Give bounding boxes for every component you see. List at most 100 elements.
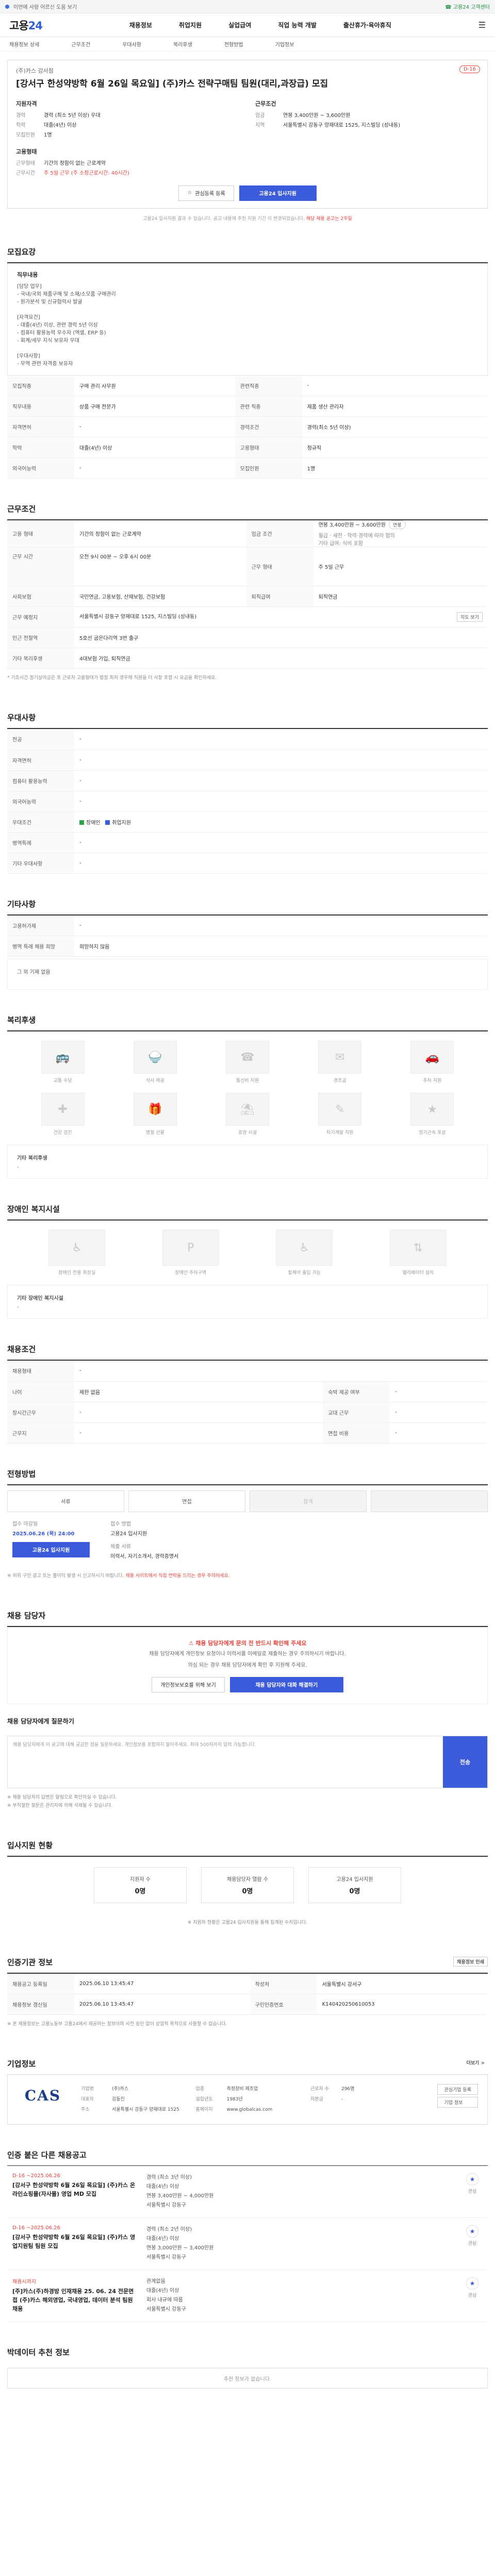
topbar: 이번에 사람 어르신 도움 보기 ☎ 고용24 고객센터 <box>0 0 495 13</box>
tab-item[interactable]: 기업정보 <box>275 40 294 48</box>
apply-button[interactable]: 고용24 입사지원 <box>239 185 317 201</box>
section-title: 기타사항 <box>7 899 36 909</box>
description-line <box>17 306 478 314</box>
process-apply-button[interactable]: 고용24 입사지원 <box>12 1541 90 1557</box>
gnb-item[interactable]: 채용정보 <box>129 21 152 29</box>
recruit-table: 모집직종 구매 관리 사무원 관련직종 - 직무내용 상품 구매 전문가 관련 직종 제품 … <box>7 375 488 479</box>
description-line: [우대사항] <box>17 353 40 359</box>
meal-icon: 🍚 <box>133 1041 177 1074</box>
bus-icon: 🚌 <box>41 1041 85 1074</box>
kv-key: 지역 <box>255 122 265 128</box>
site-logo[interactable]: 고용24 <box>9 18 43 33</box>
disability-grid: ♿ 장애인 전용 화장실 P 장애인 주차구역 ♿ 휠체어 출입 가능 ⇅ 엘리베이터 … <box>7 1221 488 1285</box>
kv-value: 대졸(4년) 이상 <box>44 122 77 128</box>
related-section: 인증 붙은 다른 채용공고 D-16 ~2025.06.26 [강서구 한성약방학… <box>7 2149 488 2322</box>
map-button[interactable]: 지도 보기 <box>457 612 483 622</box>
description-line <box>17 345 478 352</box>
kv-value: 경력 (최소 5년 이상) 우대 <box>44 112 101 118</box>
star-icon: ☆ <box>187 190 192 196</box>
section-title: 입사지원 현황 <box>7 1840 53 1850</box>
menu-icon[interactable]: ☰ <box>478 20 486 30</box>
description-line: [담당 업무] <box>17 283 42 290</box>
parking-icon: P <box>162 1230 219 1266</box>
kv-key: 경력 <box>16 112 26 118</box>
contact-chat-button[interactable]: 채용 담당자와 대화 해결하기 <box>229 1676 343 1692</box>
bookmark-icon[interactable]: ★ <box>466 2277 478 2290</box>
kv-key: 학력 <box>16 122 26 128</box>
apply-note: 고용24 입사지원 결과 수 있습니다. 공고 내용에 추천 지원 기간 이 변… <box>143 216 352 222</box>
preference-section: 우대사항 전공 - 자격면허 - 컴퓨터 활용능력 - 외국어능력 - 우대조건 장애인 … <box>7 712 488 874</box>
gnb-item[interactable]: 직업 능력 개발 <box>278 21 317 29</box>
company-name[interactable]: (주)카스 강서점 <box>16 66 479 75</box>
kv-key: 근무시간 <box>16 170 35 176</box>
phone-icon: ☎ <box>225 1041 269 1074</box>
help-link[interactable]: ☎ 고용24 고객센터 <box>445 3 490 10</box>
bookmark-icon[interactable]: ★ <box>466 2225 478 2238</box>
elevator-icon: ⇅ <box>389 1230 447 1266</box>
follow-company-button[interactable]: 관심기업 등록 <box>437 2084 478 2095</box>
scrap-button[interactable]: ☆ 관심등록 등록 <box>178 185 234 201</box>
kv-key: 근무형태 <box>16 160 35 166</box>
related-job[interactable]: 채용시까지 [주]카스(주)하경방 인재채용 25. 06. 24 전문면접 (주… <box>7 2270 488 2322</box>
tab-item[interactable]: 우대사항 <box>122 40 141 48</box>
pay-type-pill: 연봉 <box>388 520 406 529</box>
bigdata-section: 박데이터 추천 정보 추천 정보가 없습니다. <box>7 2347 488 2388</box>
empty-recommendation: 추천 정보가 없습니다. <box>7 2368 488 2388</box>
warning-icon: ⚠ <box>188 1639 194 1647</box>
description-line: - 컴퓨터 활용능력 우수자 (엑셀, ERP 등) <box>17 330 106 336</box>
company-card: CAS 기업명 (주)카스 업종 측정장비 제조업 근로자 수 296명 대표자 김동진 설립… <box>7 2074 488 2125</box>
disability-other: 기타 장애인 복지시설 - <box>7 1285 488 1319</box>
kv-value: 기간의 정함이 없는 근로계약 <box>44 160 106 166</box>
inquiry-textarea[interactable]: 채용 담당자에게 이 공고에 대해 궁금한 점을 질문하세요. 개인정보를 포함… <box>8 1736 443 1788</box>
related-job[interactable]: D-16 ~2025.06.26 [강서구 한성약방학 6월 26일 목요일] (… <box>7 2218 488 2270</box>
tab-item[interactable]: 복리후생 <box>173 40 192 48</box>
related-job[interactable]: D-16 ~2025.06.26 [강서구 한성약방학 6월 26일 목요일] (… <box>7 2166 488 2218</box>
section-title: 채용 담당자 <box>7 1611 46 1620</box>
print-button[interactable]: 채용정보 인쇄 <box>453 1956 488 1967</box>
work-table: 고용 형태 기간의 정함이 없는 근로계약 임금 조건 연봉 3,400만원 ~ 3,… <box>7 520 488 669</box>
tab-item[interactable]: 전형방법 <box>224 40 243 48</box>
tab-item[interactable]: 근무조건 <box>71 40 90 48</box>
topbar-notice[interactable]: 이번에 사람 어르신 도움 보기 <box>13 3 77 10</box>
book-icon: ✎ <box>318 1093 362 1126</box>
description-line: [자격요건] <box>17 314 40 320</box>
kv-value: 서울특별시 강동구 양재대로 1525, 지스빌딩 (성내동) <box>283 122 401 128</box>
kv-value: 연봉 3,400만원 ~ 3,600만원 <box>283 112 351 118</box>
kv-value: 주 5일 근무 (주 소정근로시간: 40시간) <box>44 170 129 176</box>
etc-extra: 그 외 기재 없음 <box>7 959 488 990</box>
bookmark-icon[interactable]: ★ <box>466 2173 478 2185</box>
contact-warning-box: ⚠ 채용 담당자에게 문의 전 반드시 확인해 주세요 채용 담당자에게 개인정… <box>7 1626 488 1704</box>
restroom-icon: ♿ <box>48 1230 106 1266</box>
gnb-item[interactable]: 취업지원 <box>179 21 202 29</box>
inquiry-section: 채용 담당자에게 질문하기 채용 담당자에게 이 공고에 대해 궁금한 점을 질… <box>7 1717 488 1815</box>
kv-key: 임금 <box>255 112 265 118</box>
process-note: ※ 허위 구인 광고 또는 불이익 발생 시 신고하시기 바랍니다. 채용 사이… <box>7 1573 230 1579</box>
section-tabs: 채용정보 상세 근무조건 우대사항 복리후생 전형방법 기업정보 <box>0 37 495 52</box>
stats-section: 입사지원 현황 지원자 수 0명 채용담당자 열람 수 0명 고용24 입사지원 0명… <box>7 1840 488 1932</box>
description-heading: 직무내용 <box>17 271 38 278</box>
award-icon: ★ <box>410 1093 454 1126</box>
section-title: 채용조건 <box>7 1345 36 1354</box>
info-section: 인증기관 정보 채용정보 인쇄 채용공고 등록일 2025.06.10 13:45:… <box>7 1956 488 2034</box>
notice-icon <box>5 4 9 9</box>
send-button[interactable]: 전송 <box>443 1736 487 1788</box>
description-line: - 대졸(4년) 이상, 관련 경력 5년 이상 <box>17 322 98 328</box>
gnb-item[interactable]: 실업급여 <box>228 21 251 29</box>
welfare-other: 기타 복리후생 - <box>7 1145 488 1179</box>
health-icon: ✚ <box>41 1093 85 1126</box>
job-title: [강서구 한성약방학 6월 26일 목요일] (주)카스 전략구매팀 팀원(대리… <box>16 79 328 89</box>
etc-table: 고용허가제 - 병역 특례 채용 희망 희망하지 않음 <box>7 915 488 957</box>
conditions-heading: 근무조건 <box>255 100 276 107</box>
kv-key: 모집인원 <box>16 132 35 138</box>
tab-item[interactable]: 채용정보 상세 <box>9 40 39 48</box>
stat-box: 채용담당자 열람 수 0명 <box>201 1867 294 1903</box>
check-icon <box>79 820 84 825</box>
more-link[interactable]: 더보기 > <box>463 2058 488 2067</box>
work-footnote: * 기초시간 정기상여금은 포 근로자 고용형태가 법정 최저 경우에 직원을 … <box>7 675 217 681</box>
etc-section: 기타사항 고용허가제 - 병역 특례 채용 희망 희망하지 않음 그 외 기재 없음 <box>7 899 488 990</box>
privacy-button[interactable]: 개인정보보호를 위해 보기 <box>152 1676 225 1692</box>
employment-heading: 고용형태 <box>16 148 37 155</box>
company-info-button[interactable]: 기업 정보 <box>437 2097 478 2108</box>
section-title: 우대사항 <box>7 713 36 722</box>
gnb-item[interactable]: 출산휴가·육아휴직 <box>343 21 391 29</box>
